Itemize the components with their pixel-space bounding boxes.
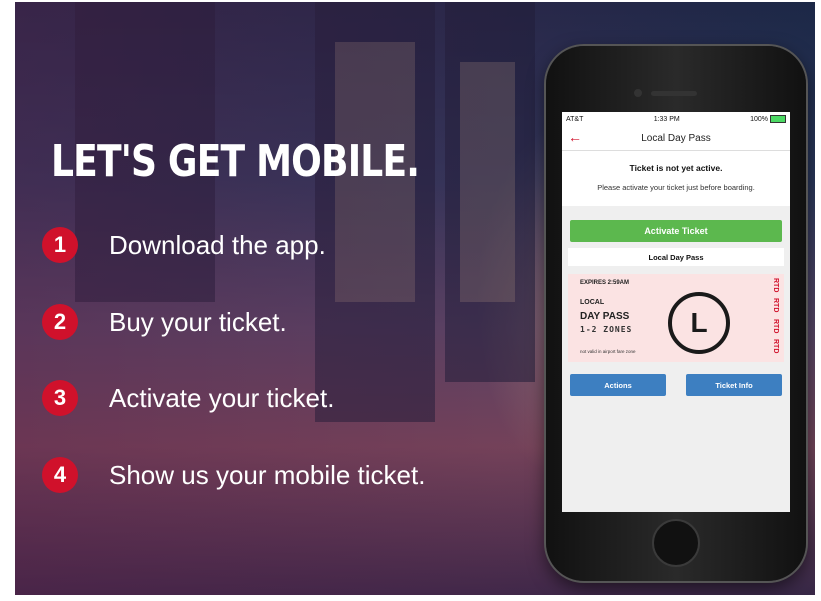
camera-icon [634,89,642,97]
step-2: 2 Buy your ticket. [42,304,287,340]
pass-name-label: Local Day Pass [568,248,784,266]
carrier-label: AT&T [566,115,584,123]
screen-title: Local Day Pass [641,132,711,144]
ticket-type-line2: DAY PASS [580,311,630,322]
rtd-logo-text: RTD [772,318,779,334]
rtd-logo-text: RTD [772,339,779,354]
activate-ticket-button[interactable]: Activate Ticket [570,220,782,242]
ticket-type-line1: LOCAL [580,299,605,306]
app-nav-bar: ← Local Day Pass [562,126,790,151]
step-4: 4 Show us your mobile ticket. [42,457,425,493]
actions-button[interactable]: Actions [570,374,666,396]
battery-indicator: 100% [750,115,786,123]
notice-message: Please activate your ticket just before … [597,183,755,192]
home-button[interactable] [652,519,700,567]
ticket-card: EXPIRES 2:59AM LOCAL DAY PASS 1-2 ZONES … [568,274,784,362]
hero-banner: LET'S GET MOBILE. 1 Download the app. 2 … [15,2,815,595]
ticket-info-button[interactable]: Ticket Info [686,374,782,396]
step-3: 3 Activate your ticket. [42,380,334,416]
local-letter-badge: L [668,292,730,354]
step-number: 4 [42,457,78,493]
step-number: 3 [42,380,78,416]
activation-notice: Ticket is not yet active. Please activat… [562,151,790,206]
step-number: 2 [42,304,78,340]
rtd-logo-text: RTD [772,298,779,313]
back-arrow-icon[interactable]: ← [568,129,582,145]
speaker-grille [651,91,697,96]
phone-screen: AT&T 1:33 PM 100% ← Local Day Pass Ticke… [562,112,790,512]
headline: LET'S GET MOBILE. [51,136,420,187]
ticket-zones: 1-2 ZONES [580,325,633,334]
expiry-text: EXPIRES 2:59AM [580,280,630,286]
ticket-actions-row: Actions Ticket Info [562,374,790,396]
rtd-logo-text: RTD [772,278,779,293]
step-text: Show us your mobile ticket. [109,459,426,490]
step-text: Activate your ticket. [109,382,335,413]
rtd-logo-strip: RTD RTD RTD RTD [769,278,781,354]
step-number: 1 [42,227,78,263]
clock-label: 1:33 PM [653,115,680,123]
step-text: Download the app. [109,229,326,260]
status-bar: AT&T 1:33 PM 100% [562,112,790,126]
phone-mockup: AT&T 1:33 PM 100% ← Local Day Pass Ticke… [546,46,806,581]
step-1: 1 Download the app. [42,227,326,263]
battery-icon [769,115,786,123]
notice-title: Ticket is not yet active. [629,163,723,173]
step-text: Buy your ticket. [109,306,287,337]
ticket-note: not valid in airport fare zone [580,349,636,354]
